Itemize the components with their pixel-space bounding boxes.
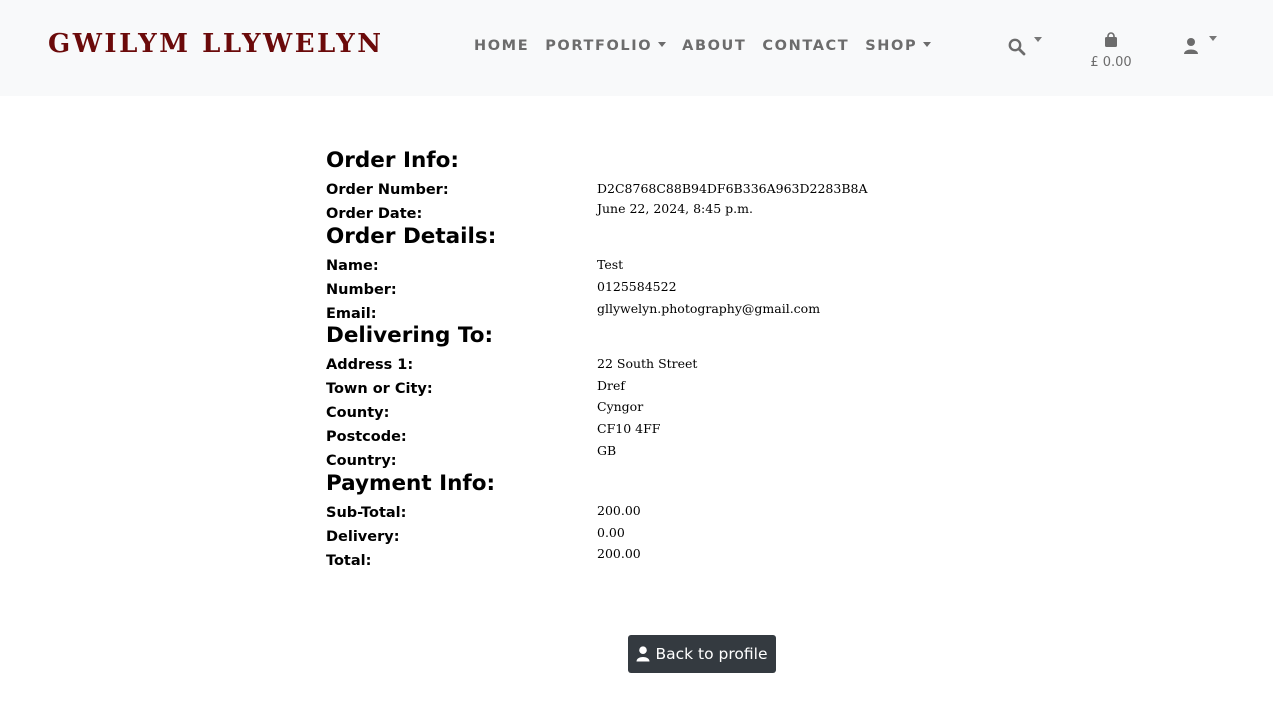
chevron-down-icon	[1209, 36, 1217, 41]
nav-home[interactable]: HOME	[474, 38, 529, 54]
brand-logo[interactable]: GWILYM LLYWELYN	[48, 29, 384, 59]
postcode-value: CF10 4FF	[597, 421, 661, 436]
chevron-down-icon	[658, 41, 667, 47]
number-value: 0125584522	[597, 279, 677, 294]
main-nav: HOME PORTFOLIO ABOUT CONTACT SHOP	[474, 38, 947, 54]
chevron-down-icon	[923, 41, 932, 47]
navbar: GWILYM LLYWELYN HOME PORTFOLIO ABOUT CON…	[0, 0, 1273, 96]
order-number-label: Order Number:	[326, 182, 449, 198]
name-row: Name: Test	[326, 257, 946, 281]
user-icon	[636, 646, 650, 662]
order-info-heading: Order Info:	[326, 148, 459, 173]
subtotal-value: 200.00	[597, 503, 641, 518]
nav-contact-label: CONTACT	[762, 38, 850, 54]
address1-row: Address 1: 22 South Street	[326, 356, 946, 380]
search-dropdown-button[interactable]	[1008, 37, 1042, 61]
search-icon	[1008, 38, 1026, 56]
nav-shop-label: SHOP	[865, 38, 918, 54]
email-value: gllywelyn.photography@gmail.com	[597, 301, 821, 316]
order-date-value: June 22, 2024, 8:45 p.m.	[597, 201, 753, 216]
cart-total: £ 0.00	[1090, 55, 1132, 70]
total-label: Total:	[326, 553, 372, 569]
nav-portfolio[interactable]: PORTFOLIO	[545, 38, 667, 54]
county-value: Cyngor	[597, 399, 644, 414]
nav-contact[interactable]: CONTACT	[762, 38, 849, 54]
subtotal-row: Sub-Total: 200.00	[326, 503, 946, 528]
name-value: Test	[597, 257, 624, 272]
nav-portfolio-label: PORTFOLIO	[545, 38, 653, 54]
town-label: Town or City:	[326, 381, 433, 397]
nav-home-label: HOME	[474, 38, 530, 54]
back-to-profile-button[interactable]: Back to profile	[628, 635, 776, 673]
county-label: County:	[326, 405, 390, 421]
country-row: Country: GB	[326, 443, 946, 476]
address1-value: 22 South Street	[597, 356, 698, 371]
postcode-label: Postcode:	[326, 429, 407, 445]
postcode-row: Postcode: CF10 4FF	[326, 421, 946, 452]
chevron-down-icon	[1034, 37, 1042, 42]
total-value: 200.00	[597, 546, 641, 561]
account-dropdown-button[interactable]	[1183, 36, 1217, 60]
subtotal-label: Sub-Total:	[326, 505, 407, 521]
country-label: Country:	[326, 453, 397, 469]
name-label: Name:	[326, 258, 379, 274]
email-label: Email:	[326, 306, 377, 322]
town-value: Dref	[597, 378, 626, 393]
cart-button[interactable]: £ 0.00	[1086, 32, 1136, 70]
order-date-row: Order Date: June 22, 2024, 8:45 p.m.	[326, 201, 946, 229]
email-row: Email: gllywelyn.photography@gmail.com	[326, 301, 946, 329]
address1-label: Address 1:	[326, 357, 414, 373]
nav-about[interactable]: ABOUT	[682, 38, 746, 54]
order-summary: Order Info: Order Number: D2C8768C88B94D…	[326, 148, 946, 576]
order-date-label: Order Date:	[326, 206, 423, 222]
back-to-profile-label: Back to profile	[655, 645, 768, 663]
nav-about-label: ABOUT	[682, 38, 747, 54]
nav-shop[interactable]: SHOP	[865, 38, 932, 54]
order-number-value: D2C8768C88B94DF6B336A963D2283B8A	[597, 181, 868, 196]
total-row: Total: 200.00	[326, 546, 946, 576]
number-label: Number:	[326, 282, 397, 298]
country-value: GB	[597, 443, 617, 458]
user-icon	[1184, 38, 1198, 54]
delivery-label: Delivery:	[326, 529, 400, 545]
delivery-value: 0.00	[597, 525, 625, 540]
shopping-bag-icon	[1105, 32, 1117, 47]
